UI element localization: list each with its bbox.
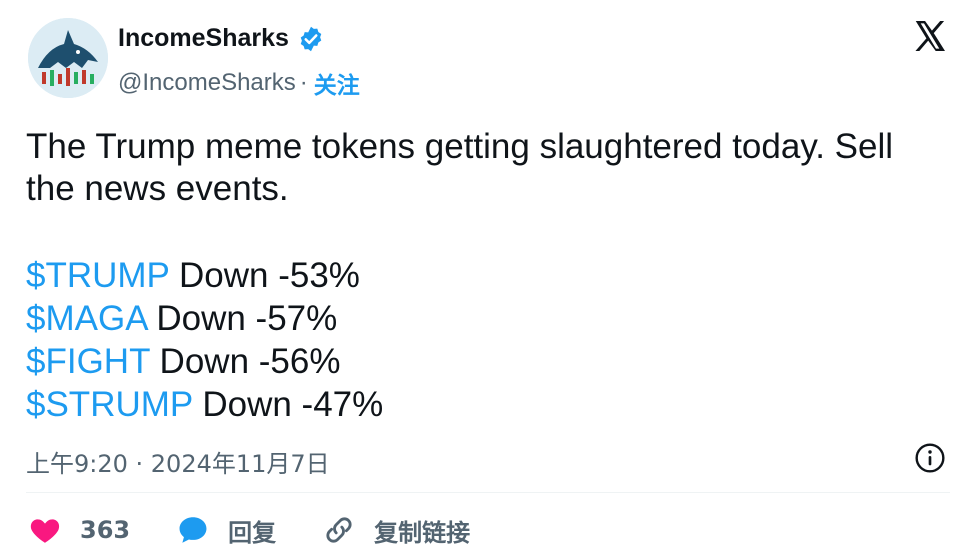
cashtag-link[interactable]: $TRUMP bbox=[26, 256, 169, 295]
reply-label: 回复 bbox=[228, 518, 277, 547]
like-count: 363 bbox=[80, 516, 131, 544]
tweet-timestamp[interactable]: 上午9:20 · 2024年11月7日 bbox=[26, 444, 330, 479]
author-handle[interactable]: @IncomeSharks bbox=[118, 69, 296, 97]
reply-button[interactable]: 回复 bbox=[176, 513, 276, 548]
heart-icon bbox=[30, 519, 60, 543]
price-change: Down -53% bbox=[169, 256, 360, 295]
author-handle-row: @IncomeSharks · 关注 bbox=[118, 66, 360, 100]
cashtag-link[interactable]: $MAGA bbox=[26, 299, 147, 338]
reply-bubble-icon bbox=[179, 517, 207, 543]
ticker-line: $MAGA Down -57% bbox=[26, 297, 383, 340]
ticker-list: $TRUMP Down -53% $MAGA Down -57% $FIGHT … bbox=[26, 254, 383, 426]
link-icon bbox=[326, 517, 352, 543]
verified-badge-icon bbox=[300, 26, 322, 51]
price-change: Down -56% bbox=[149, 342, 341, 381]
ticker-line: $STRUMP Down -47% bbox=[26, 383, 383, 426]
copy-link-label: 复制链接 bbox=[374, 518, 471, 547]
avatar[interactable] bbox=[28, 18, 108, 98]
info-icon[interactable] bbox=[914, 442, 946, 474]
tweet-text: The Trump meme tokens getting slaughtere… bbox=[26, 127, 894, 208]
shark-avatar-icon bbox=[28, 18, 108, 98]
cashtag-link[interactable]: $STRUMP bbox=[26, 385, 193, 424]
follow-button[interactable]: 关注 bbox=[314, 66, 360, 100]
separator-dot: · bbox=[299, 69, 308, 96]
copy-link-button[interactable]: 复制链接 bbox=[322, 513, 470, 548]
like-button[interactable]: 363 bbox=[28, 513, 130, 547]
divider bbox=[26, 492, 950, 493]
tweet-card: IncomeSharks @IncomeSharks · 关注 The Trum… bbox=[0, 0, 976, 556]
author-display-name[interactable]: IncomeSharks bbox=[118, 24, 289, 53]
tweet-actions: 363 回复 复制链接 bbox=[28, 510, 516, 550]
price-change: Down -57% bbox=[146, 299, 338, 338]
x-logo-icon[interactable] bbox=[912, 18, 948, 54]
ticker-line: $TRUMP Down -53% bbox=[26, 254, 383, 297]
cashtag-link[interactable]: $FIGHT bbox=[26, 342, 150, 381]
author-name-row: IncomeSharks bbox=[118, 24, 325, 53]
price-change: Down -47% bbox=[192, 385, 384, 424]
ticker-line: $FIGHT Down -56% bbox=[26, 340, 383, 383]
